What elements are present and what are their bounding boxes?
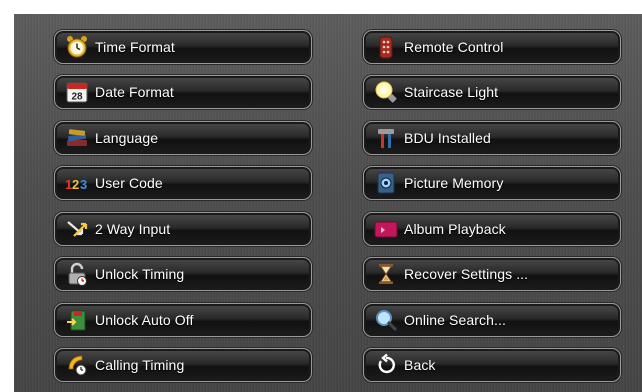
unlock-auto-off-button[interactable]: Unlock Auto Off	[54, 303, 312, 337]
remote-control-label: Remote Control	[404, 39, 504, 55]
magnifier-icon	[374, 308, 398, 332]
svg-text:3: 3	[80, 177, 87, 192]
two-way-input-button[interactable]: 2 Way Input	[54, 212, 312, 246]
light-bulb-icon	[374, 80, 398, 104]
handset-timer-icon	[65, 353, 89, 377]
calendar-icon: 28	[65, 80, 89, 104]
recover-settings-label: Recover Settings ...	[404, 266, 529, 282]
date-format-label: Date Format	[95, 84, 174, 100]
unlock-auto-off-label: Unlock Auto Off	[95, 312, 194, 328]
calling-timing-button[interactable]: Calling Timing	[54, 348, 312, 382]
alarm-clock-icon	[65, 35, 89, 59]
unlock-timing-label: Unlock Timing	[95, 266, 185, 282]
staircase-light-label: Staircase Light	[404, 84, 499, 100]
user-code-button[interactable]: 1 2 3 User Code	[54, 166, 312, 200]
picture-memory-button[interactable]: Picture Memory	[363, 166, 621, 200]
numbers-123-icon: 1 2 3	[65, 171, 89, 195]
tools-icon	[374, 126, 398, 150]
staircase-light-button[interactable]: Staircase Light	[363, 75, 621, 109]
bdu-installed-button[interactable]: BDU Installed	[363, 121, 621, 155]
album-playback-label: Album Playback	[404, 221, 506, 237]
photo-album-icon	[374, 217, 398, 241]
svg-text:28: 28	[71, 92, 83, 103]
hourglass-icon	[374, 262, 398, 286]
user-code-label: User Code	[95, 175, 163, 191]
recover-settings-button[interactable]: Recover Settings ...	[363, 257, 621, 291]
remote-control-button[interactable]: Remote Control	[363, 30, 621, 64]
language-button[interactable]: Language	[54, 121, 312, 155]
back-arrow-icon	[374, 353, 398, 377]
svg-text:2: 2	[72, 177, 79, 192]
settings-menu-screen: Time Format 28 Date Format Language 1 2 …	[14, 14, 642, 392]
calling-timing-label: Calling Timing	[95, 357, 185, 373]
time-format-label: Time Format	[95, 39, 175, 55]
back-label: Back	[404, 357, 436, 373]
online-search-button[interactable]: Online Search...	[363, 303, 621, 337]
remote-control-icon	[374, 35, 398, 59]
padlock-timer-icon	[65, 262, 89, 286]
language-label: Language	[95, 130, 159, 146]
date-format-button[interactable]: 28 Date Format	[54, 75, 312, 109]
books-icon	[65, 126, 89, 150]
camera-memory-icon	[374, 171, 398, 195]
bdu-installed-label: BDU Installed	[404, 130, 491, 146]
album-playback-button[interactable]: Album Playback	[363, 212, 621, 246]
picture-memory-label: Picture Memory	[404, 175, 504, 191]
two-way-arrows-icon	[65, 217, 89, 241]
exit-door-icon	[65, 308, 89, 332]
back-button[interactable]: Back	[363, 348, 621, 382]
online-search-label: Online Search...	[404, 312, 506, 328]
unlock-timing-button[interactable]: Unlock Timing	[54, 257, 312, 291]
two-way-input-label: 2 Way Input	[95, 221, 171, 237]
time-format-button[interactable]: Time Format	[54, 30, 312, 64]
